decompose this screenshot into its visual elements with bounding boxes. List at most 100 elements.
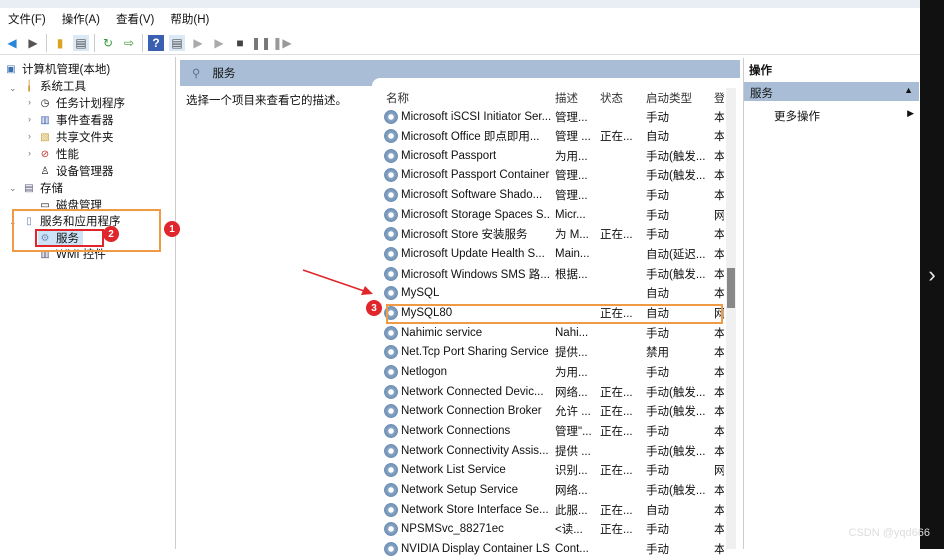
resume-icon[interactable]: ❚▶ <box>272 35 291 51</box>
services-search-icon: ⚲ <box>192 68 201 80</box>
service-row[interactable]: Microsoft Store 安装服务 为 M... 正在... 手动 本 <box>384 225 724 244</box>
service-row[interactable]: Microsoft Passport 为用... 手动(触发... 本 <box>384 146 724 165</box>
service-description: 网络... <box>555 386 588 399</box>
service-row[interactable]: Microsoft Software Shado... 管理... 手动 本 <box>384 186 724 205</box>
tree-performance[interactable]: ⊘ 性能 <box>38 146 79 162</box>
title-bar <box>0 0 920 8</box>
tree-root[interactable]: ▣ 计算机管理(本地) <box>4 61 110 77</box>
service-row[interactable]: Network Connected Devic... 网络... 正在... 手动(触… <box>384 382 724 401</box>
service-row[interactable]: Network List Service 识别... 正在... 手动 网 <box>384 461 724 480</box>
service-description: 管理... <box>555 190 588 203</box>
service-row[interactable]: Microsoft Office 即点即用... 管理 ... 正在... 自动 本 <box>384 127 724 146</box>
refresh-icon[interactable]: ↻ <box>100 35 116 51</box>
annotation-arrow <box>302 269 373 295</box>
service-row[interactable]: NPSMSvc_88271ec <读... 正在... 手动 本 <box>384 520 724 539</box>
forward-icon[interactable]: ▶ <box>25 35 41 51</box>
service-row[interactable]: Net.Tcp Port Sharing Service 提供... 禁用 本 <box>384 343 724 362</box>
service-row[interactable]: Microsoft Update Health S... Main... 自动(延迟… <box>384 245 724 264</box>
service-gear-icon <box>384 168 398 183</box>
service-row[interactable]: Nahimic service Nahi... 手动 本 <box>384 323 724 342</box>
divider <box>46 33 47 52</box>
column-name[interactable]: 名称 <box>386 90 409 106</box>
properties-icon[interactable]: ▤ <box>169 34 185 51</box>
start-alt-icon[interactable]: ▶ <box>211 35 227 51</box>
service-logon: 网 <box>714 465 724 478</box>
help-icon[interactable]: ? <box>148 34 164 51</box>
actions-section-services[interactable]: 服务 ▲ <box>744 82 919 101</box>
service-row[interactable]: Network Store Interface Se... 此服... 正在... 自… <box>384 500 724 519</box>
more-actions[interactable]: 更多操作 ▶ <box>774 108 914 124</box>
service-row[interactable]: Microsoft Windows SMS 路... 根据... 手动(触发... 本 <box>384 264 724 283</box>
collapse-icon[interactable]: ⌄ <box>9 83 17 94</box>
up-folder-icon[interactable]: ▮ <box>52 35 68 51</box>
column-description[interactable]: 描述 <box>555 90 578 106</box>
expand-icon[interactable]: › <box>28 114 31 124</box>
service-name: MySQL <box>401 287 440 300</box>
service-startup-type: 手动 <box>646 229 669 242</box>
service-gear-icon <box>384 384 398 399</box>
service-row[interactable]: Network Connections 管理"... 正在... 手动 本 <box>384 421 724 440</box>
service-description: 提供 ... <box>555 445 591 458</box>
watermark: CSDN @yqd666 <box>848 527 930 539</box>
service-description: 为用... <box>555 150 588 163</box>
tools-icon: ╽ <box>25 80 33 92</box>
service-logon: 本 <box>714 445 724 458</box>
service-gear-icon <box>384 148 398 163</box>
tree-event-viewer[interactable]: ▥ 事件查看器 <box>38 112 113 128</box>
service-logon: 本 <box>714 524 724 537</box>
service-description: Main... <box>555 248 590 261</box>
tree-system-tools[interactable]: ╽ 系统工具 <box>22 78 86 94</box>
service-row[interactable]: Netlogon 为用... 手动 本 <box>384 362 724 381</box>
export-icon[interactable]: ⇨ <box>121 35 137 51</box>
divider <box>142 33 143 52</box>
service-description: 允许 ... <box>555 406 591 419</box>
service-row[interactable]: Network Connection Broker 允许 ... 正在... 手动(触… <box>384 402 724 421</box>
storage-icon: ▤ <box>24 182 34 194</box>
service-gear-icon <box>384 266 398 281</box>
back-icon[interactable]: ◀ <box>4 35 20 51</box>
column-status[interactable]: 状态 <box>600 90 623 106</box>
menu-help[interactable]: 帮助(H) <box>170 11 209 27</box>
start-icon[interactable]: ▶ <box>190 35 206 51</box>
service-row[interactable]: Network Connectivity Assis... 提供 ... 手动(触发… <box>384 441 724 460</box>
service-logon: 本 <box>714 406 724 419</box>
service-description: 为 M... <box>555 229 589 242</box>
service-row[interactable]: Network Setup Service 网络... 手动(触发... 本 <box>384 480 724 499</box>
menu-file[interactable]: 文件(F) <box>8 11 46 27</box>
service-gear-icon <box>384 502 398 517</box>
service-row[interactable]: Microsoft iSCSI Initiator Ser... 管理... 手动 本 <box>384 107 724 126</box>
tree-storage[interactable]: ▤ 存储 <box>22 180 63 196</box>
menu-view[interactable]: 查看(V) <box>116 11 154 27</box>
service-row[interactable]: Microsoft Passport Container 管理... 手动(触发..… <box>384 166 724 185</box>
chevron-right-icon[interactable]: › <box>928 262 935 288</box>
description-text: 选择一个项目来查看它的描述。 <box>186 95 347 107</box>
scrollbar-thumb[interactable] <box>727 268 735 308</box>
service-status: 正在... <box>600 425 633 438</box>
service-startup-type: 手动 <box>646 524 669 537</box>
device-manager-icon: ♙ <box>40 165 50 177</box>
tree-task-scheduler[interactable]: ◷ 任务计划程序 <box>38 95 125 111</box>
collapse-icon[interactable]: ⌄ <box>9 183 17 194</box>
scrollbar[interactable] <box>726 88 736 549</box>
service-startup-type: 手动(触发... <box>646 150 706 163</box>
expand-icon[interactable]: › <box>28 148 31 158</box>
show-hide-tree-icon[interactable]: ▤ <box>73 34 89 51</box>
collapse-up-icon[interactable]: ▲ <box>904 85 913 98</box>
service-row[interactable]: MySQL 自动 本 <box>384 284 724 303</box>
pause-icon[interactable]: ❚❚ <box>251 35 271 51</box>
service-status: 正在... <box>600 504 633 517</box>
column-startup-type[interactable]: 启动类型 <box>646 90 692 106</box>
tree-device-manager[interactable]: ♙ 设备管理器 <box>38 163 114 179</box>
expand-icon[interactable]: › <box>28 131 31 141</box>
expand-icon[interactable]: › <box>28 97 31 107</box>
service-logon: 本 <box>714 150 724 163</box>
column-logon[interactable]: 登 <box>714 90 724 106</box>
tree-shared-folders[interactable]: ▧ 共享文件夹 <box>38 129 113 145</box>
service-gear-icon <box>384 482 398 497</box>
service-logon: 本 <box>714 268 724 281</box>
stop-icon[interactable]: ■ <box>232 35 248 51</box>
computer-icon: ▣ <box>6 63 16 75</box>
service-row[interactable]: Microsoft Storage Spaces S... Micr... 手动 网 <box>384 205 724 224</box>
menu-action[interactable]: 操作(A) <box>62 11 100 27</box>
annotation-badge-3: 3 <box>366 300 382 316</box>
